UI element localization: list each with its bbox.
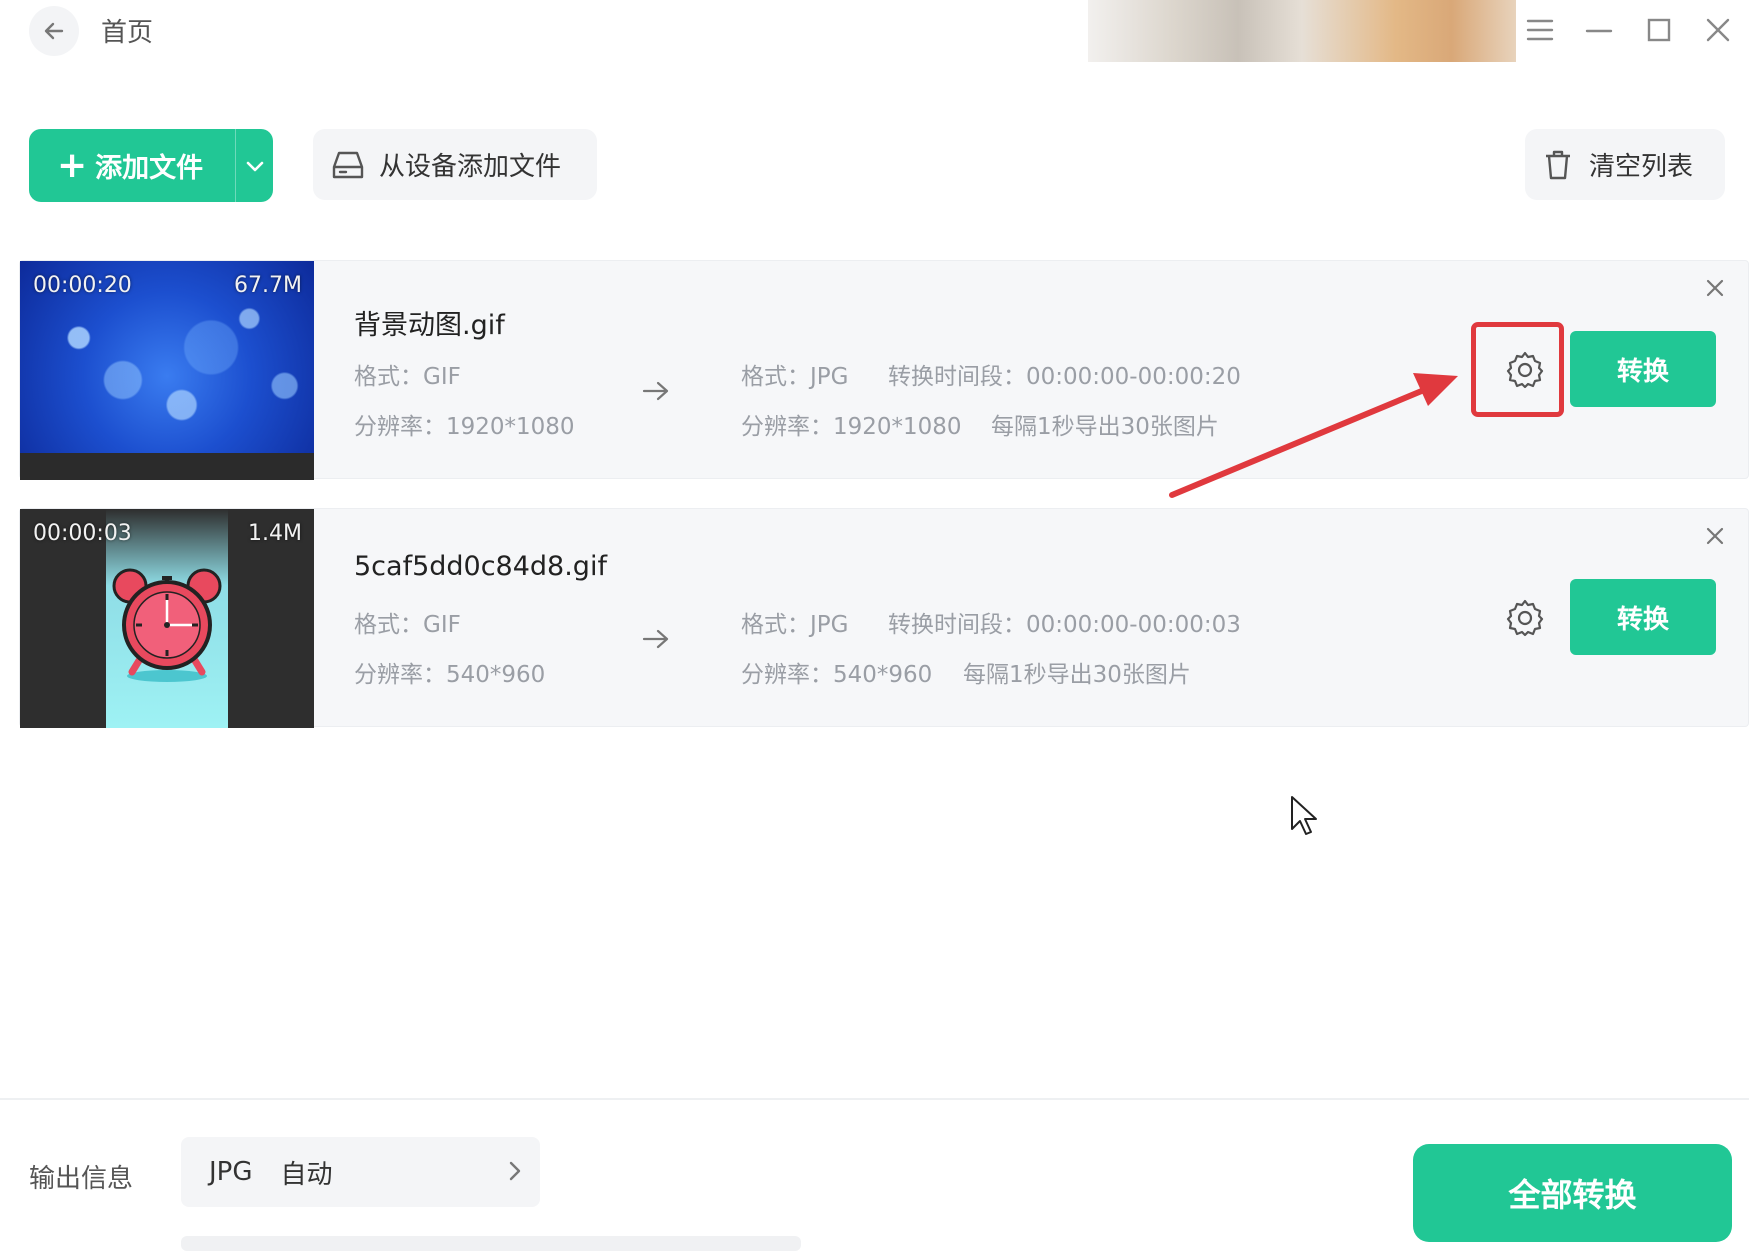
menu-button[interactable] <box>1522 12 1558 48</box>
thumbnail-filesize: 1.4M <box>248 521 302 546</box>
close-window-button[interactable] <box>1700 12 1736 48</box>
clear-list-button[interactable]: 清空列表 <box>1525 129 1725 200</box>
add-files-dropdown[interactable] <box>236 129 273 202</box>
time-range: 转换时间段：00:00:00-00:00:03 <box>888 612 1241 638</box>
thumbnail-duration: 00:00:20 <box>33 273 132 298</box>
output-info-label: 输出信息 <box>29 1164 134 1194</box>
annotation-highlight-box <box>1471 322 1564 417</box>
alarm-clock-icon <box>112 568 222 682</box>
thumbnail-filesize: 67.7M <box>234 273 302 298</box>
clear-list-label: 清空列表 <box>1589 152 1694 182</box>
time-range: 转换时间段：00:00:00-00:00:20 <box>888 364 1241 390</box>
remove-file-button[interactable] <box>1700 521 1730 551</box>
arrow-right-icon <box>642 381 669 401</box>
maximize-icon <box>1647 18 1671 42</box>
close-icon <box>1706 18 1730 42</box>
thumbnail-duration: 00:00:03 <box>33 521 132 546</box>
chevron-right-icon <box>509 1161 521 1181</box>
output-format-value: JPG <box>209 1157 253 1187</box>
file-thumbnail[interactable]: 00:00:03 1.4M <box>20 509 314 728</box>
file-row: 00:00:03 1.4M 5caf5dd0c84d8.gif 格式：GIF 分… <box>19 508 1749 728</box>
footer-divider <box>0 1098 1749 1100</box>
source-format: 格式：GIF <box>354 364 461 390</box>
export-rate: 每隔1秒导出30张图片 <box>963 662 1191 688</box>
add-from-device-button[interactable]: 从设备添加文件 <box>313 129 597 200</box>
add-files-main[interactable]: + 添加文件 <box>29 129 235 202</box>
remove-file-button[interactable] <box>1700 273 1730 303</box>
target-resolution: 分辨率：1920*1080 <box>741 414 962 440</box>
file-thumbnail[interactable]: 00:00:20 67.7M <box>20 261 314 480</box>
page-title: 首页 <box>101 18 154 48</box>
chevron-down-icon <box>246 161 263 171</box>
app-window: 首页 + 添加文件 从设备添加文件 清空列表 00:00:20 67.7M 背景… <box>0 0 1749 1251</box>
mouse-cursor-icon <box>1291 796 1317 835</box>
gear-icon <box>1506 599 1544 637</box>
back-button[interactable] <box>29 6 79 56</box>
title-bar: 首页 <box>0 0 1749 62</box>
settings-button[interactable] <box>1497 589 1553 645</box>
output-path-field[interactable] <box>181 1236 801 1251</box>
add-from-device-label: 从设备添加文件 <box>379 152 562 182</box>
banner-image[interactable] <box>1088 0 1516 62</box>
file-name: 5caf5dd0c84d8.gif <box>354 551 607 582</box>
plus-icon: + <box>57 144 88 186</box>
menu-icon <box>1526 19 1554 41</box>
add-files-button[interactable]: + 添加文件 <box>29 129 273 202</box>
export-rate: 每隔1秒导出30张图片 <box>991 414 1219 440</box>
close-icon <box>1706 527 1724 545</box>
convert-button[interactable]: 转换 <box>1570 331 1716 407</box>
convert-button[interactable]: 转换 <box>1570 579 1716 655</box>
convert-all-button[interactable]: 全部转换 <box>1413 1144 1732 1242</box>
source-resolution: 分辨率：1920*1080 <box>354 414 575 440</box>
minimize-icon <box>1585 29 1613 33</box>
minimize-button[interactable] <box>1581 12 1617 48</box>
maximize-button[interactable] <box>1641 12 1677 48</box>
target-format: 格式：JPG <box>741 364 849 390</box>
arrow-right-icon <box>642 629 669 649</box>
file-name: 背景动图.gif <box>354 310 505 341</box>
target-format: 格式：JPG <box>741 612 849 638</box>
drive-icon <box>332 151 364 178</box>
source-resolution: 分辨率：540*960 <box>354 662 546 688</box>
add-files-label: 添加文件 <box>95 153 204 184</box>
trash-icon <box>1546 150 1570 179</box>
arrow-left-icon <box>44 22 64 40</box>
output-format-select[interactable]: JPG 自动 <box>181 1137 540 1207</box>
close-icon <box>1706 279 1724 297</box>
target-resolution: 分辨率：540*960 <box>741 662 933 688</box>
source-format: 格式：GIF <box>354 612 461 638</box>
output-mode-value: 自动 <box>280 1159 333 1190</box>
